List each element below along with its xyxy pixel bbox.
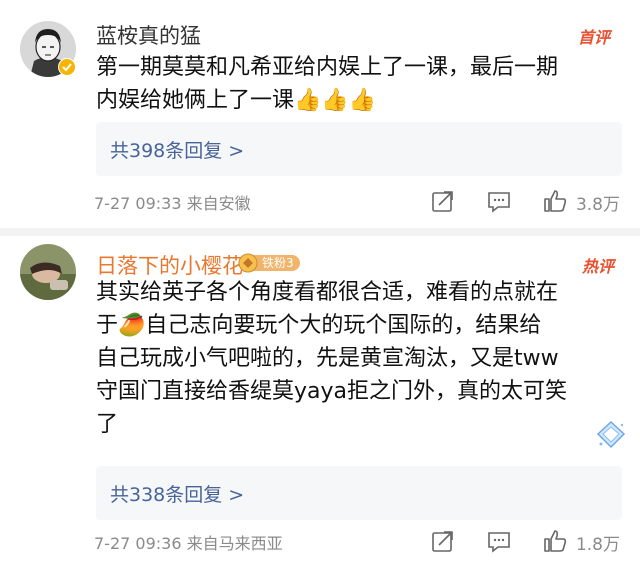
comment-text-line: 第一期莫莫和凡希亚给内娱上了一课，最后一期 (96, 55, 559, 80)
replies-link[interactable]: 共398条回复 > (96, 122, 622, 176)
comment-text-line: 守国门直接给香缇莫yaya拒之门外，真的太可笑 (96, 379, 568, 404)
fan-badge-label: 铁粉3 (262, 256, 294, 270)
comment-text-line: 了 (96, 412, 119, 437)
like-icon[interactable] (542, 188, 568, 214)
comment-meta: 7-27 09:36 来自马来西亚 (94, 534, 283, 553)
share-icon[interactable] (430, 188, 456, 214)
diamond-icon (596, 420, 626, 449)
like-count: 3.8万 (575, 195, 620, 215)
comment-text-line: 其实给英子各个角度看都很合适，难看的点就在 (96, 280, 559, 305)
comment-footer: 7-27 09:36 来自马来西亚 1.8万 (94, 526, 620, 556)
replies-label: 共338条回复 > (110, 484, 245, 506)
replies-label: 共398条回复 > (110, 140, 245, 162)
replies-link[interactable]: 共338条回复 > (96, 466, 622, 520)
hot-comment-tag: 热评 (581, 257, 614, 276)
like-count: 1.8万 (575, 535, 620, 555)
first-comment-tag: 首评 (577, 28, 610, 47)
share-icon[interactable] (430, 528, 456, 554)
comment-footer: 7-27 09:33 来自安徽 3.8万 (94, 186, 620, 216)
comment-card-1: 蓝桉真的猛 首评 第一期莫莫和凡希亚给内娱上了一课，最后一期 内娱给她俩上了一课… (0, 0, 640, 228)
comment-text: 第一期莫莫和凡希亚给内娱上了一课，最后一期 内娱给她俩上了一课👍👍👍 (96, 51, 636, 117)
avatar[interactable] (20, 244, 76, 300)
comment-text-line: 内娱给她俩上了一课👍👍👍 (96, 88, 377, 113)
like-icon[interactable] (542, 528, 568, 554)
username[interactable]: 蓝桉真的猛 (96, 20, 201, 50)
comment-text-line: 于🥭自己志向要玩个大的玩个国际的，结果给 (96, 313, 542, 338)
comment-text-line: 自己玩成小气吧啦的，先是黄宣淘汰，又是tww (96, 346, 559, 371)
divider (0, 228, 640, 236)
comment-card-2: 日落下的小樱花 铁粉3 热评 其实给英子各个角度看都很合适，难看的点就在 于🥭自… (0, 236, 640, 578)
comment-text: 其实给英子各个角度看都很合适，难看的点就在 于🥭自己志向要玩个大的玩个国际的，结… (96, 276, 616, 441)
comment-icon[interactable] (486, 188, 512, 214)
comment-icon[interactable] (486, 528, 512, 554)
verified-icon (58, 58, 76, 76)
comment-meta: 7-27 09:33 来自安徽 (94, 194, 251, 213)
